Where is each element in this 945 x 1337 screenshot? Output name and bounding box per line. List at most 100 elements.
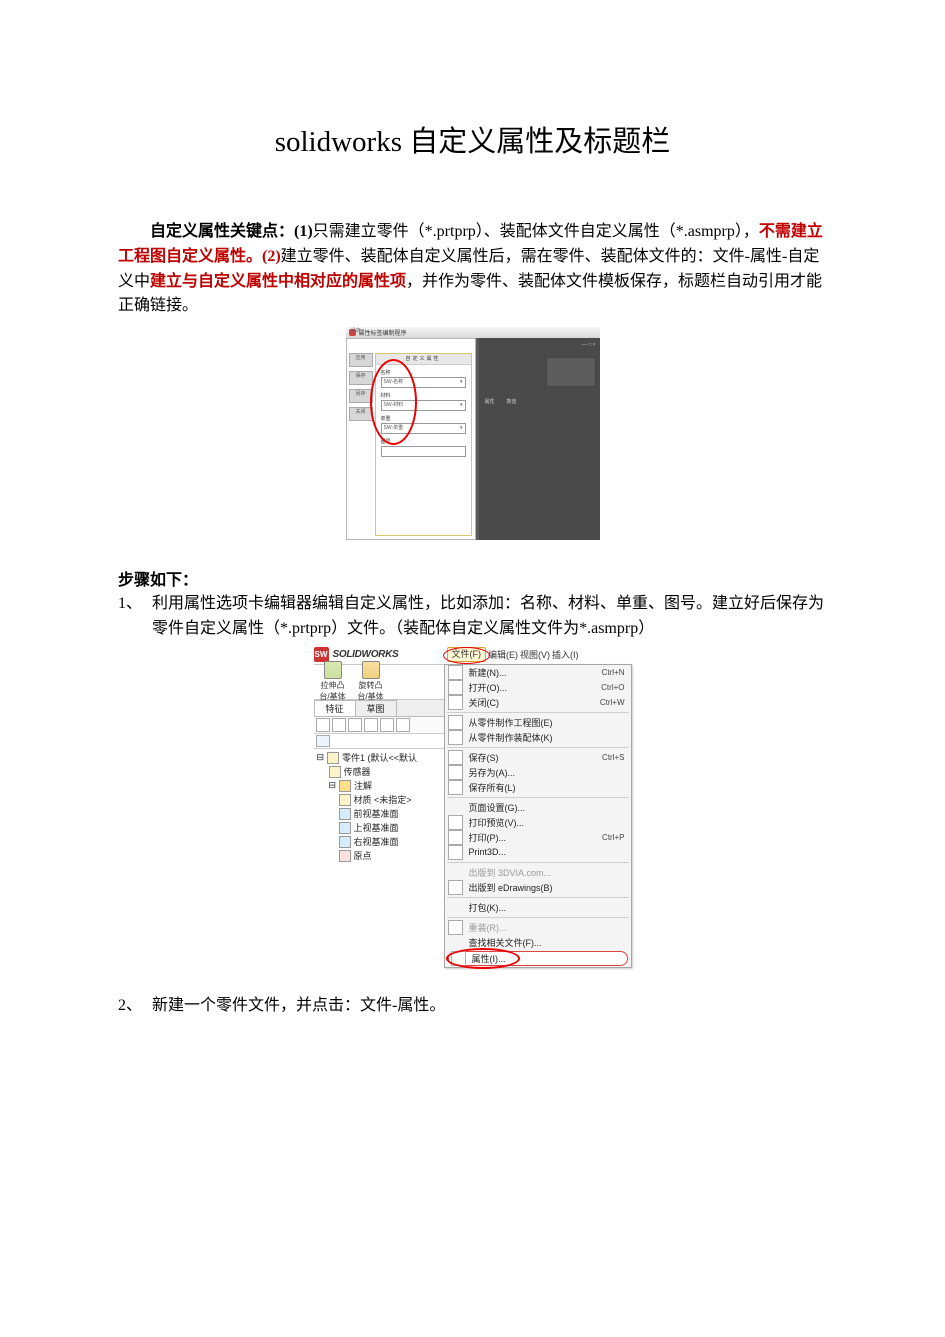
menu-item-label: 保存(S) (469, 751, 597, 764)
tree-label: 上视基准面 (354, 821, 441, 834)
tree-item[interactable]: 材质 <未指定> (317, 793, 441, 807)
document-page: solidworks 自定义属性及标题栏 自定义属性关键点：(1)只需建立零件（… (0, 0, 945, 1081)
menu-item[interactable]: 打包(K)... (445, 900, 631, 915)
field-value: SW-材料 (384, 401, 404, 410)
menu-item[interactable]: 关闭(C) Ctrl+W (445, 695, 631, 710)
tree-item[interactable]: 原点 (317, 849, 441, 863)
menu-item[interactable]: 页面设置(G)... (445, 800, 631, 815)
toolbar-icon[interactable] (396, 718, 410, 732)
menu-item: 出版到 3DVIA.com... (445, 865, 631, 880)
tree-item[interactable]: 传感器 (317, 765, 441, 779)
menu-item-label: 另存为(A)... (469, 766, 625, 779)
feature-tree: ⊟ 零件1 (默认<<默认 传感器 ⊟ 注解 (314, 749, 444, 865)
menu-item-shortcut: Ctrl+O (601, 683, 624, 692)
menu-item-label: Print3D... (469, 847, 625, 857)
menu-item-label: 出版到 eDrawings(B) (469, 881, 625, 894)
editor-form-header: 自定义属性 (376, 354, 471, 365)
menubar: 文件(F) 编辑(E) 视图(V) 插入(I) (444, 646, 632, 664)
menu-file[interactable]: 文件(F) (447, 647, 487, 662)
tree-item[interactable]: 右视基准面 (317, 835, 441, 849)
menu-item[interactable]: 保存(S)Ctrl+S (445, 750, 631, 765)
menu-item[interactable]: 打印(P)...Ctrl+P (445, 830, 631, 845)
tree-item[interactable]: 前视基准面 (317, 807, 441, 821)
menu-view[interactable]: 视图(V) (520, 648, 550, 661)
annotation-icon (339, 780, 351, 792)
chevron-down-icon: ▾ (460, 401, 463, 410)
toolbar-icon[interactable] (316, 718, 330, 732)
menu-item-icon (451, 951, 466, 966)
menu-separator (447, 917, 629, 918)
step-number: 1、 (118, 592, 152, 642)
field-value: SW-名称 (384, 378, 404, 387)
menu-item-icon (448, 920, 463, 935)
menu-item[interactable]: 另存为(A)... (445, 765, 631, 780)
menu-item[interactable]: 保存所有(L) (445, 780, 631, 795)
toolbar-icon[interactable] (348, 718, 362, 732)
tree-label: 前视基准面 (354, 807, 441, 820)
chevron-down-icon: ▾ (460, 424, 463, 433)
menu-item[interactable]: 从零件制作装配体(K) (445, 730, 631, 745)
step-2: 2、 新建一个零件文件，并点击：文件-属性。 (118, 994, 827, 1019)
expand-icon: ⊟ (329, 780, 337, 791)
step-text: 利用属性选项卡编辑器编辑自定义属性，比如添加：名称、材料、单重、图号。建立好后保… (152, 592, 827, 642)
field-weight: 单重 SW-单重 ▾ (381, 415, 466, 434)
menu-insert[interactable]: 插入(I) (552, 648, 579, 661)
figure-1-wrap: 属性标签编制程序 设定 应用 保存 另存 关闭 自定义属性 名称 SW-名称 (118, 327, 827, 540)
menu-item[interactable]: 新建(N)...Ctrl+N (445, 665, 631, 680)
menu-item-label: 出版到 3DVIA.com... (469, 866, 625, 879)
fm-nav-row (314, 734, 444, 749)
side-button[interactable]: 应用 (349, 353, 373, 367)
menu-item-label: 关闭(C) (469, 696, 594, 709)
field-material: 材料 SW-材料 ▾ (381, 392, 466, 411)
sw-left-column: SW SOLIDWORKS 拉伸凸 台/基体 旋转凸 台/基体 (314, 646, 444, 968)
tree-item[interactable]: 上视基准面 (317, 821, 441, 835)
menu-item[interactable]: 属性(I)... (448, 951, 628, 966)
intro-t1: 只需建立零件（*.prtprp）、装配体文件自定义属性（*.asmprp）， (313, 223, 759, 240)
menu-item-label: 打开(O)... (469, 681, 596, 694)
tree-root[interactable]: ⊟ 零件1 (默认<<默认 (317, 751, 441, 765)
menu-item[interactable]: 从零件制作工程图(E) (445, 715, 631, 730)
tree-item[interactable]: ⊟ 注解 (317, 779, 441, 793)
menu-item-label: 打印预览(V)... (469, 816, 625, 829)
editor-right-panel: — □ × 属性 数值 (479, 338, 600, 540)
menu-item[interactable]: 打开(O)... Ctrl+O (445, 680, 631, 695)
menu-item-icon (448, 765, 463, 780)
plane-icon (339, 836, 351, 848)
expand-icon: ⊟ (317, 752, 325, 763)
solidworks-logo-icon: SW (314, 647, 329, 662)
menu-item[interactable]: 出版到 eDrawings(B) (445, 880, 631, 895)
toolbar-icon[interactable] (364, 718, 378, 732)
tab-features[interactable]: 特征 (314, 700, 356, 716)
window-controls[interactable]: — □ × (582, 342, 596, 348)
toolbar-icon[interactable] (380, 718, 394, 732)
menu-item: 重装(R)... (445, 920, 631, 935)
btn-line1: 旋转凸 (355, 680, 387, 691)
fm-tab-icon[interactable] (316, 735, 330, 747)
menu-item-shortcut: Ctrl+N (602, 668, 625, 677)
menu-item[interactable]: 查找相关文件(F)... (445, 935, 631, 950)
side-button[interactable]: 关闭 (349, 407, 373, 421)
field-input[interactable]: SW-名称 ▾ (381, 377, 466, 388)
tab-sketch[interactable]: 草图 (355, 700, 397, 716)
menu-item-shortcut: Ctrl+W (600, 698, 625, 707)
extrude-boss-button[interactable]: 拉伸凸 台/基体 (317, 661, 349, 702)
menu-item[interactable]: 打印预览(V)... (445, 815, 631, 830)
menu-item[interactable]: Print3D... (445, 845, 631, 860)
plane-icon (339, 822, 351, 834)
tree-label: 原点 (354, 849, 441, 862)
menu-edit[interactable]: 编辑(E) (488, 648, 518, 661)
side-button[interactable]: 保存 (349, 371, 373, 385)
tree-label: 右视基准面 (354, 835, 441, 848)
step-number: 2、 (118, 994, 152, 1019)
btn-line1: 拉伸凸 (317, 680, 349, 691)
revolve-boss-button[interactable]: 旋转凸 台/基体 (355, 661, 387, 702)
cm-tabs: 特征 草图 (314, 700, 444, 717)
field-label: 材料 (381, 392, 466, 399)
field-input[interactable]: SW-单重 ▾ (381, 423, 466, 434)
toolbar-icon[interactable] (332, 718, 346, 732)
field-input[interactable] (381, 446, 466, 457)
field-input[interactable]: SW-材料 ▾ (381, 400, 466, 411)
tree-label: 传感器 (344, 765, 441, 778)
side-button[interactable]: 另存 (349, 389, 373, 403)
solidworks-file-menu: SW SOLIDWORKS 拉伸凸 台/基体 旋转凸 台/基体 (314, 646, 632, 968)
